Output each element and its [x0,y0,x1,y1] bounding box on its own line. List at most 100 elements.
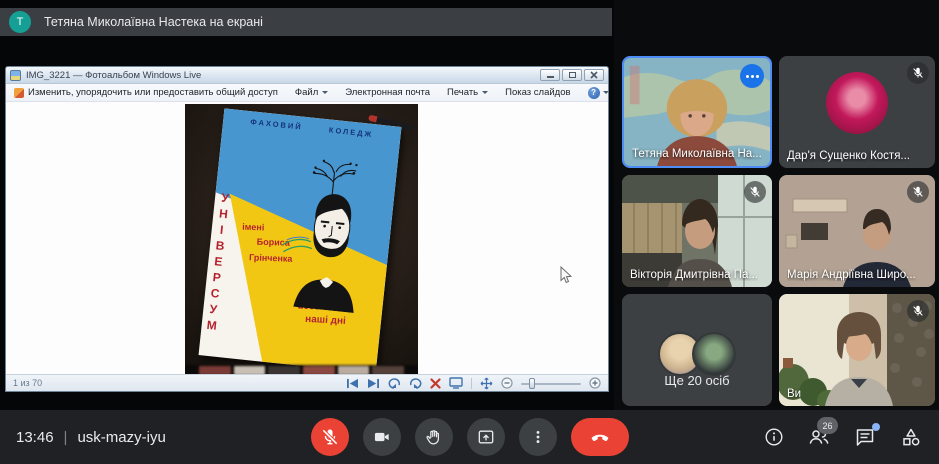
mic-off-icon [320,427,340,447]
zoom-in-button[interactable] [589,377,601,390]
portrait-illustration [262,144,396,315]
participant-name: Марія Андріївна Широ... [787,269,916,281]
mic-off-icon [907,181,929,203]
participant-name: Вікторія Дмитрівна Па... [630,269,758,281]
participant-avatar [826,72,888,134]
info-icon [763,426,785,448]
menu-slideshow-label: Показ слайдов [505,87,570,98]
poster-years-line: наші дні [297,313,346,328]
zoom-fit-button[interactable] [480,377,493,390]
delete-button[interactable] [430,377,441,390]
poster-vertical-title: УНІВЕРСУМ [204,190,233,335]
participants-panel-button[interactable]: 26 [807,425,831,449]
menu-print-label: Печать [447,87,478,98]
end-call-button[interactable] [571,418,629,456]
previous-button[interactable] [346,377,359,390]
chevron-down-icon [603,91,609,94]
photo-bottom-strip [185,365,418,374]
close-button[interactable] [584,69,604,81]
mouse-cursor [560,266,573,285]
call-controls [311,418,629,456]
presentation-stage: T Тетяна Миколаївна Настека на екрані IM… [0,0,614,410]
command-bar: Изменить, упорядочить или предоставить о… [6,84,608,102]
google-meet-window: T Тетяна Миколаївна Настека на екрані IM… [0,0,939,464]
mic-off-icon [907,300,929,322]
meeting-details-button[interactable] [763,426,785,448]
activities-icon [899,425,923,449]
presenter-avatar: T [9,11,31,33]
maximize-button[interactable] [562,69,582,81]
presenter-banner-title: Тетяна Миколаївна Настека на екрані [44,15,263,29]
end-call-icon [589,426,611,448]
poster-dedication-line: імені [242,222,264,233]
bottom-bar: 13:46 | usk-mazy-iyu [0,410,939,464]
zoom-out-button[interactable] [501,377,513,390]
photo-view-area: ФАХОВИЙ КОЛЕДЖ УНІВЕРСУМ імені Бориса Гр… [6,102,608,374]
photo-counter: 1 из 70 [13,378,42,388]
meeting-info: 13:46 | usk-mazy-iyu [16,410,166,464]
chat-notification-dot [872,423,880,431]
photo-of-poster: ФАХОВИЙ КОЛЕДЖ УНІВЕРСУМ імені Бориса Гр… [185,104,418,374]
meeting-panels: 26 [763,410,923,464]
raise-hand-button[interactable] [415,418,453,456]
hand-icon [424,427,444,447]
next-button[interactable] [367,377,380,390]
participant-avatars [658,332,736,376]
menu-share[interactable]: Изменить, упорядочить или предоставить о… [14,87,278,98]
activities-button[interactable] [899,425,923,449]
clock-time: 13:46 [16,429,54,446]
more-options-button[interactable] [519,418,557,456]
divider: | [64,429,68,446]
participant-tile-viktoriya[interactable]: Вікторія Дмитрівна Па... [622,175,772,287]
presenter-banner: T Тетяна Миколаївна Настека на екрані [0,8,612,36]
present-screen-button[interactable] [467,418,505,456]
close-icon [590,71,598,79]
zoom-slider-thumb[interactable] [529,378,535,389]
slideshow-button[interactable] [449,377,463,390]
window-titlebar: IMG_3221 — Фотоальбом Windows Live [6,67,608,84]
more-participants-label: Ще 20 осіб [664,373,729,388]
photo-gallery-window: IMG_3221 — Фотоальбом Windows Live Измен… [5,66,609,392]
help-icon: ? [588,87,600,99]
menu-share-label: Изменить, упорядочить или предоставить о… [28,87,278,98]
camera-icon [372,427,392,447]
camera-toggle-button[interactable] [363,418,401,456]
zoom-slider[interactable] [521,378,581,389]
participant-avatar [692,332,736,376]
self-view-tile[interactable]: Ви [779,294,935,406]
participant-name: Дар'я Сущенко Костя... [787,150,910,162]
poster-artwork: ФАХОВИЙ КОЛЕДЖ УНІВЕРСУМ імені Бориса Гр… [199,108,402,373]
menu-file-label: Файл [295,87,318,98]
mic-off-icon [744,181,766,203]
menu-slideshow[interactable]: Показ слайдов [505,87,570,98]
participants-count-badge: 26 [817,417,838,434]
participant-name: Ви [787,388,801,400]
mic-toggle-button[interactable] [311,418,349,456]
participant-tile-mariya[interactable]: Марія Андріївна Широ... [779,175,935,287]
present-icon [476,427,496,447]
participants-grid: Тетяна Миколаївна На... Дар'я Сущенко Ко… [622,56,935,406]
menu-email-label: Электронная почта [345,87,430,98]
mic-off-icon [907,62,929,84]
rotate-left-button[interactable] [388,377,401,390]
help-menu[interactable]: ? [588,87,609,99]
rotate-right-button[interactable] [409,377,422,390]
participant-tile-darya[interactable]: Дар'я Сущенко Костя... [779,56,935,168]
minimize-button[interactable] [540,69,560,81]
chat-panel-button[interactable] [853,425,877,449]
more-vertical-icon [528,427,548,447]
meeting-code: usk-mazy-iyu [77,429,165,446]
edit-organize-icon [14,88,24,98]
window-title: IMG_3221 — Фотоальбом Windows Live [26,70,535,81]
participant-tile-tetyana[interactable]: Тетяна Миколаївна На... [622,56,772,168]
more-participants-tile[interactable]: Ще 20 осіб [622,294,772,406]
app-icon [10,70,21,81]
participant-name: Тетяна Миколаївна На... [632,148,762,160]
menu-print[interactable]: Печать [447,87,488,98]
toolbar-divider [471,378,472,389]
tile-more-options-button[interactable] [740,64,764,88]
gallery-statusbar: 1 из 70 [6,374,608,391]
menu-email[interactable]: Электронная почта [345,87,430,98]
chevron-down-icon [482,91,488,94]
menu-file[interactable]: Файл [295,87,328,98]
